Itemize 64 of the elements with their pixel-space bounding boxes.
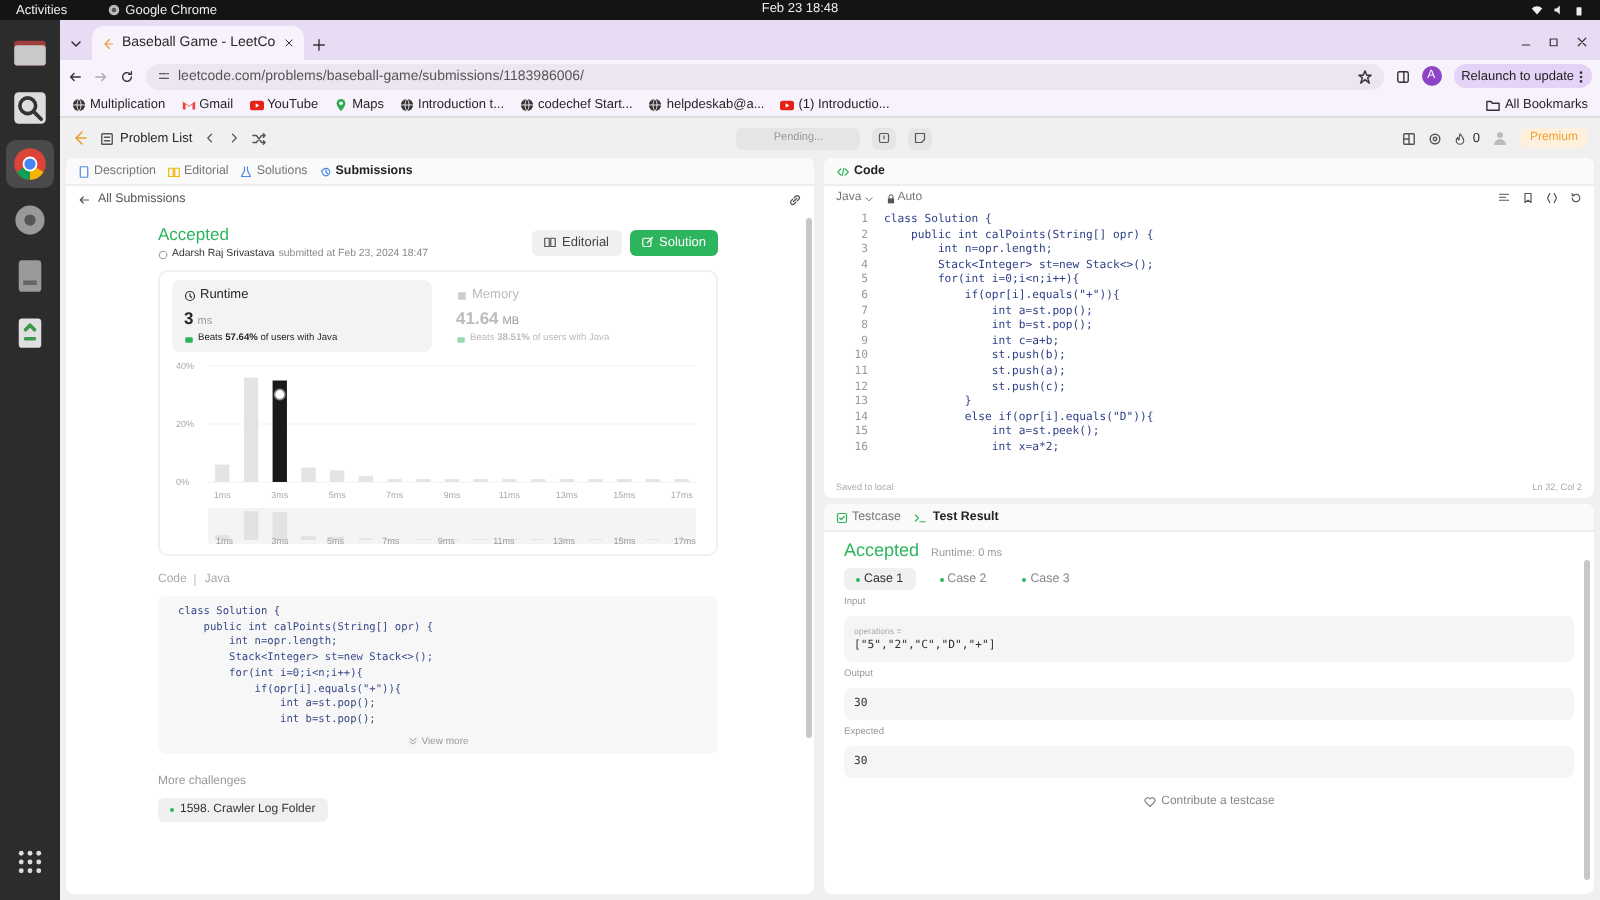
result-status: Accepted xyxy=(844,540,920,560)
bookmark-star-icon[interactable] xyxy=(1357,69,1372,83)
close-icon[interactable] xyxy=(1576,36,1588,48)
tab-search-icon[interactable] xyxy=(68,36,84,52)
chevron-right-icon[interactable] xyxy=(228,132,241,144)
flame-icon xyxy=(1454,131,1467,145)
terminal-icon xyxy=(912,511,929,523)
code-icon xyxy=(836,165,850,177)
globe-icon xyxy=(520,97,535,111)
globe-icon xyxy=(648,97,663,111)
side-panel-icon[interactable] xyxy=(1395,69,1410,83)
beats-icon xyxy=(184,334,194,344)
timer-button[interactable] xyxy=(872,127,897,149)
new-tab-icon[interactable] xyxy=(311,37,326,51)
history-icon xyxy=(319,165,332,177)
battery-icon xyxy=(1574,3,1584,17)
shuffle-icon[interactable] xyxy=(252,131,267,145)
settings-icon[interactable] xyxy=(1428,131,1443,145)
chevron-left-icon[interactable] xyxy=(204,132,217,144)
restore-icon[interactable] xyxy=(1548,36,1560,48)
close-icon[interactable] xyxy=(283,38,294,48)
lock-icon xyxy=(885,193,896,203)
current-marker xyxy=(273,388,286,401)
play-icon xyxy=(780,97,795,111)
user-icon xyxy=(158,249,168,259)
link-icon[interactable] xyxy=(788,193,802,205)
flask-icon xyxy=(240,165,253,177)
list-icon xyxy=(100,131,114,145)
timer-icon xyxy=(878,132,891,144)
format-icon[interactable] xyxy=(1498,192,1510,204)
mail-icon xyxy=(181,97,196,111)
folder-icon xyxy=(1486,97,1501,111)
play-icon xyxy=(249,97,264,111)
kebab-icon xyxy=(1578,69,1584,83)
chevron-down-icon xyxy=(407,736,418,747)
globe-icon xyxy=(400,97,415,111)
globe-icon xyxy=(72,97,86,111)
map-pin-icon xyxy=(334,97,349,111)
beats-icon xyxy=(456,334,466,344)
chevron-down-icon xyxy=(863,193,874,203)
notes-button[interactable] xyxy=(908,127,933,149)
wifi-icon xyxy=(1530,4,1544,16)
edit-icon xyxy=(641,236,653,248)
note-icon xyxy=(914,132,927,144)
braces-icon[interactable] xyxy=(1546,192,1558,204)
submission-status: Accepted xyxy=(158,224,231,244)
back-arrow-icon[interactable] xyxy=(78,193,90,205)
volume-icon xyxy=(1552,4,1566,16)
layout-icon[interactable] xyxy=(1402,131,1417,145)
bookmark-icon[interactable] xyxy=(1522,192,1534,204)
clock-icon xyxy=(184,289,196,301)
app-grid-icon[interactable] xyxy=(16,848,44,876)
heart-icon xyxy=(1143,796,1156,808)
book-icon xyxy=(544,236,557,248)
magnifier-icon[interactable] xyxy=(12,90,48,126)
gear-icon[interactable] xyxy=(12,202,48,238)
book-icon xyxy=(167,165,180,177)
back-icon[interactable] xyxy=(68,69,82,83)
checkbox-icon xyxy=(836,511,848,523)
reload-icon[interactable] xyxy=(120,69,134,83)
site-info-icon xyxy=(158,70,170,82)
reset-icon[interactable] xyxy=(1570,192,1582,204)
document-icon xyxy=(78,165,90,177)
leetcode-logo-icon xyxy=(102,37,114,49)
